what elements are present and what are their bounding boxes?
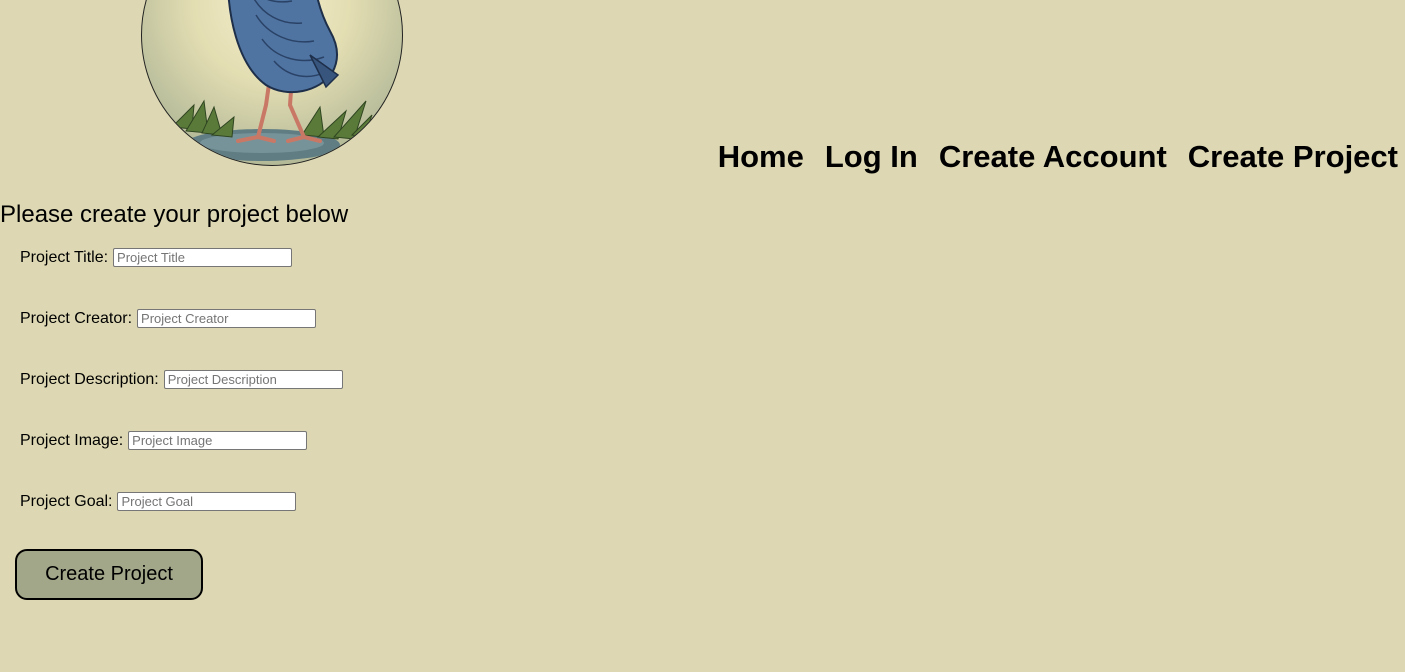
project-creator-row: Project Creator: [20, 309, 317, 328]
project-description-input[interactable] [163, 370, 343, 389]
nav-link-home[interactable]: Home [718, 139, 804, 175]
create-project-button[interactable]: Create Project [15, 549, 203, 600]
create-project-page: Home Log In Create Account Create Projec… [0, 0, 1405, 672]
project-image-input[interactable] [128, 431, 308, 450]
project-title-row: Project Title: [20, 248, 293, 267]
nav-link-create-project[interactable]: Create Project [1188, 139, 1398, 175]
nav-link-create-account[interactable]: Create Account [939, 139, 1167, 175]
project-goal-label: Project Goal: [20, 492, 113, 510]
pukeko-bird-logo-icon [141, 0, 403, 166]
project-creator-label: Project Creator: [20, 309, 133, 327]
project-goal-row: Project Goal: [20, 492, 297, 511]
project-creator-input[interactable] [137, 309, 317, 328]
form-heading: Please create your project below [0, 201, 349, 228]
project-image-label: Project Image: [20, 431, 124, 449]
project-description-row: Project Description: [20, 370, 343, 389]
nav-link-log-in[interactable]: Log In [825, 139, 918, 175]
project-description-label: Project Description: [20, 370, 159, 388]
project-goal-input[interactable] [117, 492, 297, 511]
project-title-label: Project Title: [20, 248, 109, 266]
main-nav: Home Log In Create Account Create Projec… [718, 139, 1398, 175]
project-title-input[interactable] [113, 248, 293, 267]
project-image-row: Project Image: [20, 431, 308, 450]
